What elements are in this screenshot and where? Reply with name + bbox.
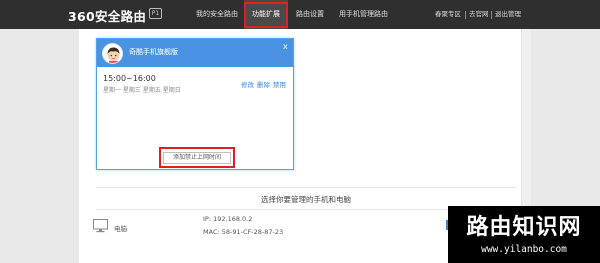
close-icon[interactable]: x [283,42,288,51]
avatar [102,43,123,64]
device-name: 奇酷手机旗舰版 [129,48,178,56]
rule-time-range: 15:00~16:00 [103,74,156,83]
link-logout[interactable]: 退出管理 [495,0,521,29]
card-header: 奇酷手机旗舰版 x [97,39,293,67]
disable-link[interactable]: 禁用 [273,79,286,89]
watermark-title: 路由知识网 [466,214,582,240]
device-schedule-card: 奇酷手机旗舰版 x 15:00~16:00 星期一 星期三 星期五 星期日 修改… [96,38,294,170]
top-navigation-bar: 360安全路由 P1 我的安全路由 功能扩展 路由设置 用手机管理路由 春聚专区… [0,0,600,29]
delete-link[interactable]: 删除 [257,79,270,89]
watermark-url: www.yilanbo.com [481,244,567,255]
edit-link[interactable]: 修改 [241,79,254,89]
rule-days: 星期一 星期三 星期五 星期日 [103,87,181,94]
boy-avatar-icon [107,47,120,63]
model-badge: P1 [149,8,162,19]
link-official-site[interactable]: 去官网 [469,0,489,29]
nav-highlight-box [244,2,288,28]
device-ip: IP: 192.168.0.2 [203,215,253,223]
logo: 360安全路由 [68,9,147,24]
separator [465,11,466,19]
watermark: 路由知识网 www.yilanbo.com [448,206,600,263]
device-list-name: 电脑 [114,225,127,233]
link-spring-zone[interactable]: 春聚专区 [435,0,461,29]
add-block-time-button[interactable]: 添加禁止上网时间 [163,152,231,164]
nav-my-router[interactable]: 我的安全路由 [196,0,238,29]
desktop-computer-icon [93,219,108,233]
device-mac: MAC: 58-91-CF-28-87-23 [203,228,284,236]
nav-manage-by-phone[interactable]: 用手机管理路由 [339,0,388,29]
divider [96,187,516,188]
section-title: 选择你要管理的手机和电脑 [261,195,351,204]
nav-router-settings[interactable]: 路由设置 [296,0,324,29]
separator [491,11,492,19]
